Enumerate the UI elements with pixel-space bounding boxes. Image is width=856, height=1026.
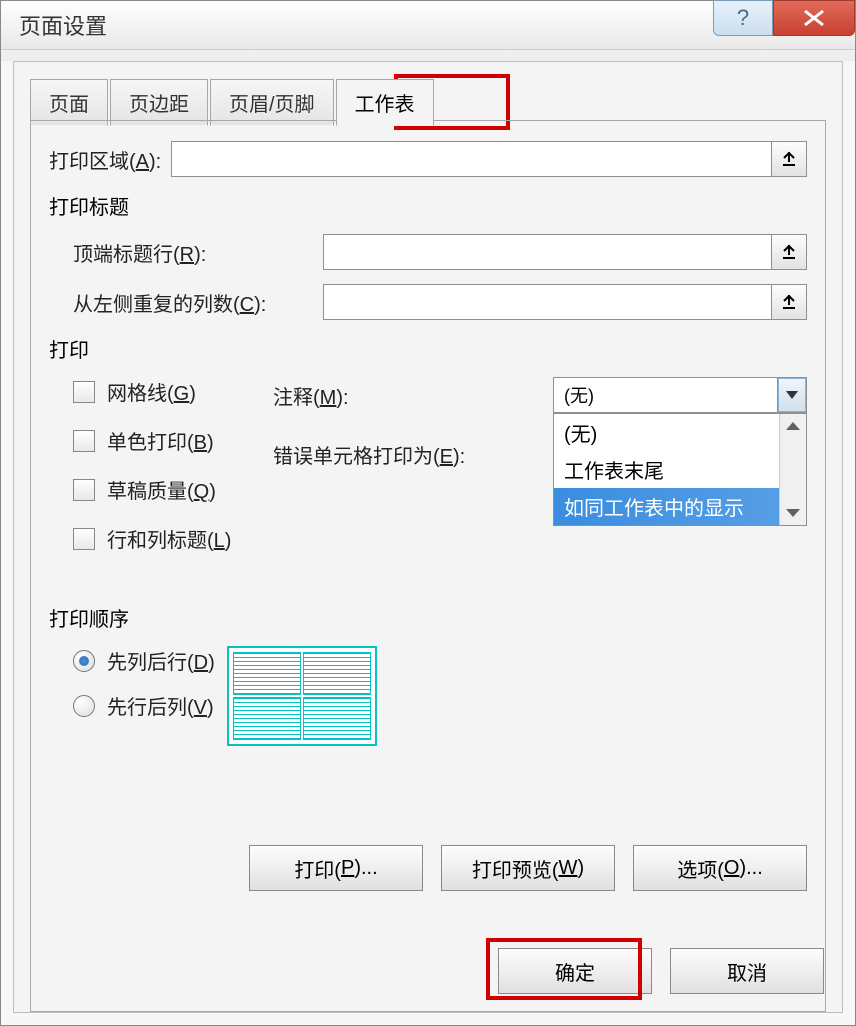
dialog-title: 页面设置	[19, 9, 107, 41]
options-button[interactable]: 选项(O)...	[633, 845, 807, 891]
titlebar: 页面设置 ?	[1, 1, 855, 50]
checkbox-icon	[73, 479, 95, 501]
tab-margins[interactable]: 页边距	[110, 79, 208, 126]
left-col-row: 从左侧重复的列数(C):	[73, 284, 807, 320]
collapse-dialog-icon	[780, 243, 798, 261]
collapse-dialog-icon	[780, 150, 798, 168]
radio-icon	[73, 695, 95, 717]
row-col-headings-check[interactable]: 行和列标题(L)	[73, 524, 273, 553]
comments-option-end[interactable]: 工作表末尾	[554, 451, 806, 488]
print-header: 打印	[49, 334, 807, 363]
page-order-diagram	[227, 646, 377, 746]
print-titles-header: 打印标题	[49, 191, 807, 220]
gridlines-check[interactable]: 网格线(G)	[73, 377, 273, 406]
help-button[interactable]: ?	[713, 0, 773, 36]
print-area-row: 打印区域(A):	[49, 141, 807, 177]
top-row-input[interactable]	[323, 234, 772, 270]
dropdown-scrollbar[interactable]	[779, 414, 806, 525]
left-col-ref-button[interactable]	[772, 284, 807, 320]
errors-label: 错误单元格打印为(E):	[273, 440, 553, 469]
sheet-tab-content: 打印区域(A): 打印标题 顶端标题行(R):	[30, 120, 826, 1012]
tab-strip: 页面 页边距 页眉/页脚 工作表	[30, 78, 436, 125]
top-row-ref-button[interactable]	[772, 234, 807, 270]
order-down-over-radio[interactable]: 先列后行(D)	[73, 646, 215, 675]
cancel-button[interactable]: 取消	[670, 948, 824, 994]
order-over-down-radio[interactable]: 先行后列(V)	[73, 691, 215, 720]
dialog-body: 页面 页边距 页眉/页脚 工作表 打印区域(A): 打印标题 顶端标题行(R):	[13, 61, 843, 1013]
comments-select-value: (无)	[564, 382, 594, 408]
print-area-ref-button[interactable]	[772, 141, 807, 177]
checkbox-icon	[73, 430, 95, 452]
checkbox-icon	[73, 381, 95, 403]
page-setup-dialog: 页面设置 ? 页面 页边距 页眉/页脚 工作表 打印区域(A):	[0, 0, 856, 1026]
left-col-label: 从左侧重复的列数(C):	[73, 288, 323, 317]
draft-check[interactable]: 草稿质量(Q)	[73, 475, 273, 504]
order-header: 打印顺序	[49, 603, 807, 632]
comments-dropdown-list: (无) 工作表末尾 如同工作表中的显示	[553, 413, 807, 526]
tab-sheet[interactable]: 工作表	[336, 79, 434, 126]
print-preview-button[interactable]: 打印预览(W)	[441, 845, 615, 891]
comments-option-as-displayed[interactable]: 如同工作表中的显示	[554, 488, 806, 525]
collapse-dialog-icon	[780, 293, 798, 311]
comments-label: 注释(M):	[273, 381, 553, 410]
top-row-row: 顶端标题行(R):	[73, 234, 807, 270]
tab-header-footer[interactable]: 页眉/页脚	[210, 79, 334, 126]
print-area-input[interactable]	[171, 141, 772, 177]
left-col-input[interactable]	[323, 284, 772, 320]
monochrome-check[interactable]: 单色打印(B)	[73, 426, 273, 455]
radio-icon	[73, 650, 95, 672]
checkbox-icon	[73, 528, 95, 550]
ok-button[interactable]: 确定	[498, 948, 652, 994]
tab-page[interactable]: 页面	[30, 79, 108, 126]
comments-option-none[interactable]: (无)	[554, 414, 806, 451]
top-row-label: 顶端标题行(R):	[73, 238, 323, 267]
close-button[interactable]	[773, 0, 855, 36]
print-button[interactable]: 打印(P)...	[249, 845, 423, 891]
dialog-footer: 确定 取消	[498, 948, 824, 994]
comments-select[interactable]: (无)	[553, 377, 807, 413]
dropdown-arrow-icon	[777, 378, 806, 412]
print-area-label: 打印区域(A):	[49, 145, 161, 174]
